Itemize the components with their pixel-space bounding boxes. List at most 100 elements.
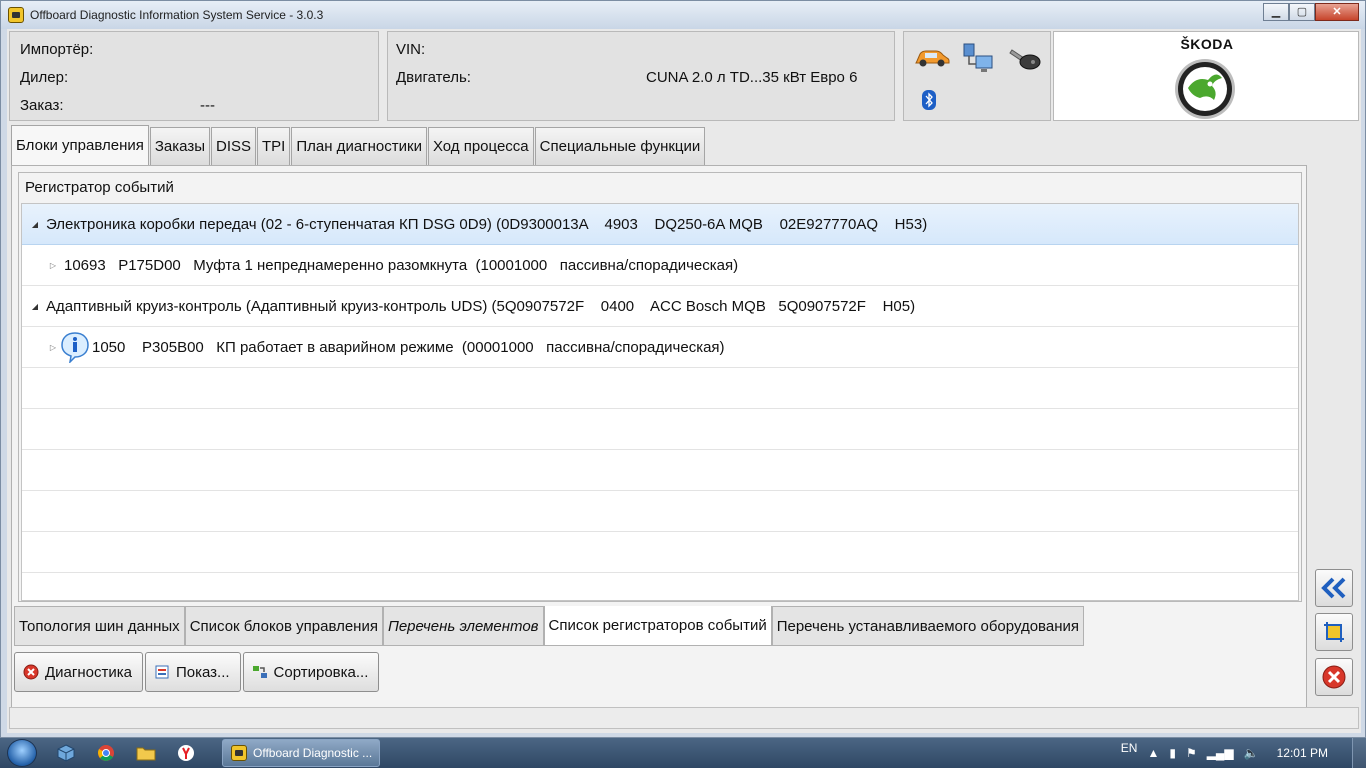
car-icon[interactable] xyxy=(914,48,950,68)
tree-row-control-unit[interactable]: ◢ Электроника коробки передач (02 - 6-ст… xyxy=(22,204,1298,245)
tab-diss[interactable]: DISS xyxy=(211,127,257,165)
subtab-event-recorders[interactable]: Список регистраторов событий xyxy=(543,606,772,646)
status-bar xyxy=(9,707,1359,729)
exit-button[interactable] xyxy=(1315,658,1353,696)
view-subtabs: Топология шин данных Список блоков управ… xyxy=(14,606,1084,646)
back-button[interactable] xyxy=(1315,569,1353,607)
maximize-button[interactable]: ▢ xyxy=(1289,3,1315,21)
tree-row-text: Адаптивный круиз-контроль (Адаптивный кр… xyxy=(46,297,916,315)
app-icon xyxy=(231,745,247,761)
sort-button-label: Сортировка... xyxy=(273,663,369,681)
tree-row-empty xyxy=(22,409,1298,450)
crop-icon xyxy=(1324,622,1344,642)
taskbar-3d-app-icon[interactable] xyxy=(46,738,86,768)
app-window: Offboard Diagnostic Information System S… xyxy=(0,0,1366,738)
dealer-info-panel: Импортёр: Дилер: Заказ: --- xyxy=(9,31,379,121)
network-signal-icon[interactable]: ▂▄▆ xyxy=(1207,746,1234,760)
key-icon[interactable] xyxy=(1008,44,1042,72)
window-title: Offboard Diagnostic Information System S… xyxy=(30,8,324,22)
folder-icon[interactable] xyxy=(126,738,166,768)
crop-window-button[interactable] xyxy=(1315,613,1353,651)
show-button-label: Показ... xyxy=(175,663,230,681)
tab-special-functions[interactable]: Специальные функции xyxy=(534,127,706,165)
bluetooth-icon xyxy=(922,90,936,110)
taskbar-active-task[interactable]: Offboard Diagnostic ... xyxy=(222,739,380,767)
volume-icon[interactable]: 🔈 xyxy=(1244,746,1259,760)
show-desktop-button[interactable] xyxy=(1352,738,1366,768)
tab-orders[interactable]: Заказы xyxy=(149,127,210,165)
title-bar[interactable]: Offboard Diagnostic Information System S… xyxy=(1,1,1365,29)
tree-row-empty xyxy=(22,368,1298,409)
taskbar: Offboard Diagnostic ... EN ▲ ▮ ⚑ ▂▄▆ 🔈 1… xyxy=(0,738,1366,768)
battery-icon[interactable]: ▮ xyxy=(1169,746,1176,760)
action-center-flag-icon[interactable]: ⚑ xyxy=(1186,746,1197,760)
app-icon xyxy=(8,7,24,23)
windows-orb-icon xyxy=(7,739,37,767)
subtab-element-list[interactable]: Перечень элементов xyxy=(382,606,544,646)
tab-process[interactable]: Ход процесса xyxy=(427,127,534,165)
main-tabs: Блоки управления Заказы DISS TPI План ди… xyxy=(11,125,706,165)
vehicle-info-panel: VIN: Двигатель: CUNA 2.0 л TD...35 кВт Е… xyxy=(387,31,895,121)
sort-button[interactable]: Сортировка... xyxy=(242,652,380,692)
event-log-tree[interactable]: ◢ Электроника коробки передач (02 - 6-ст… xyxy=(21,203,1299,601)
brand-wordmark: ŠKODA xyxy=(1180,36,1234,52)
minimize-button[interactable]: ▁ xyxy=(1263,3,1289,21)
tab-diagnostic-plan[interactable]: План диагностики xyxy=(291,127,427,165)
collapsed-arrow-icon[interactable]: ▷ xyxy=(48,343,58,352)
clock[interactable]: 12:01 PM xyxy=(1277,746,1328,760)
window-controls: ▁ ▢ ✕ xyxy=(1263,3,1359,21)
chrome-icon[interactable] xyxy=(86,738,126,768)
info-icon xyxy=(61,332,89,363)
start-button[interactable] xyxy=(0,738,40,768)
subtab-bus-topology[interactable]: Топология шин данных xyxy=(14,606,185,646)
subtab-control-unit-list[interactable]: Список блоков управления xyxy=(184,606,383,646)
control-units-page: Регистратор событий ◢ Электроника коробк… xyxy=(11,165,1307,711)
close-window-button[interactable]: ✕ xyxy=(1315,3,1359,21)
tree-row-text: Электроника коробки передач (02 - 6-ступ… xyxy=(46,215,928,233)
engine-label: Двигатель: xyxy=(396,69,471,86)
expanded-arrow-icon[interactable]: ◢ xyxy=(30,220,40,229)
action-buttons: Диагностика Показ... Сортировка... xyxy=(14,652,381,696)
close-icon xyxy=(1322,665,1346,689)
main-area: Блоки управления Заказы DISS TPI План ди… xyxy=(9,123,1309,711)
tree-row-text: 1050 P305B00 КП работает в аварийном реж… xyxy=(92,338,725,356)
tree-row-fault[interactable]: ▷ 1050 P305B00 КП работает в аварийном р… xyxy=(22,327,1298,368)
skoda-logo-icon xyxy=(1175,59,1235,119)
tab-control-units[interactable]: Блоки управления xyxy=(11,125,149,165)
show-hidden-icons-icon[interactable]: ▲ xyxy=(1147,746,1159,760)
tree-row-empty xyxy=(22,532,1298,573)
importer-label: Импортёр: xyxy=(20,41,94,58)
order-label: Заказ: xyxy=(20,97,64,114)
language-indicator[interactable]: EN xyxy=(1121,741,1138,755)
vin-label: VIN: xyxy=(396,41,426,58)
yandex-browser-icon[interactable] xyxy=(166,738,206,768)
connection-status-panel xyxy=(903,31,1051,121)
system-tray: EN ▲ ▮ ⚑ ▂▄▆ 🔈 12:01 PM xyxy=(1121,738,1366,768)
tab-tpi[interactable]: TPI xyxy=(257,127,291,165)
double-chevron-left-icon xyxy=(1321,577,1346,599)
tree-row-empty xyxy=(22,573,1298,600)
engine-value: CUNA 2.0 л TD...35 кВт Евро 6 xyxy=(646,69,858,86)
sort-icon xyxy=(252,666,267,678)
event-log-title: Регистратор событий xyxy=(25,179,174,196)
tree-row-empty xyxy=(22,491,1298,532)
expanded-arrow-icon[interactable]: ◢ xyxy=(30,302,40,311)
event-log-group: Регистратор событий ◢ Электроника коробк… xyxy=(18,172,1302,602)
taskbar-task-label: Offboard Diagnostic ... xyxy=(253,746,373,760)
show-button[interactable]: Показ... xyxy=(144,652,241,692)
stop-icon xyxy=(23,664,39,680)
brand-panel: ŠKODA xyxy=(1053,31,1359,121)
subtab-installed-equipment[interactable]: Перечень устанавливаемого оборудования xyxy=(771,606,1084,646)
diagnostics-button-label: Диагностика xyxy=(45,663,132,681)
tree-row-empty xyxy=(22,450,1298,491)
order-value: --- xyxy=(200,97,215,114)
collapsed-arrow-icon[interactable]: ▷ xyxy=(48,261,58,270)
tree-row-text: 10693 P175D00 Муфта 1 непреднамеренно ра… xyxy=(64,256,739,274)
client-area: Импортёр: Дилер: Заказ: --- VIN: Двигате… xyxy=(7,29,1361,733)
tree-row-control-unit[interactable]: ◢ Адаптивный круиз-контроль (Адаптивный … xyxy=(22,286,1298,327)
tree-row-fault[interactable]: ▷ 10693 P175D00 Муфта 1 непреднамеренно … xyxy=(22,245,1298,286)
network-icon[interactable] xyxy=(962,42,994,76)
diagnostics-button[interactable]: Диагностика xyxy=(14,652,143,692)
document-icon xyxy=(155,665,169,679)
dealer-label: Дилер: xyxy=(20,69,69,86)
